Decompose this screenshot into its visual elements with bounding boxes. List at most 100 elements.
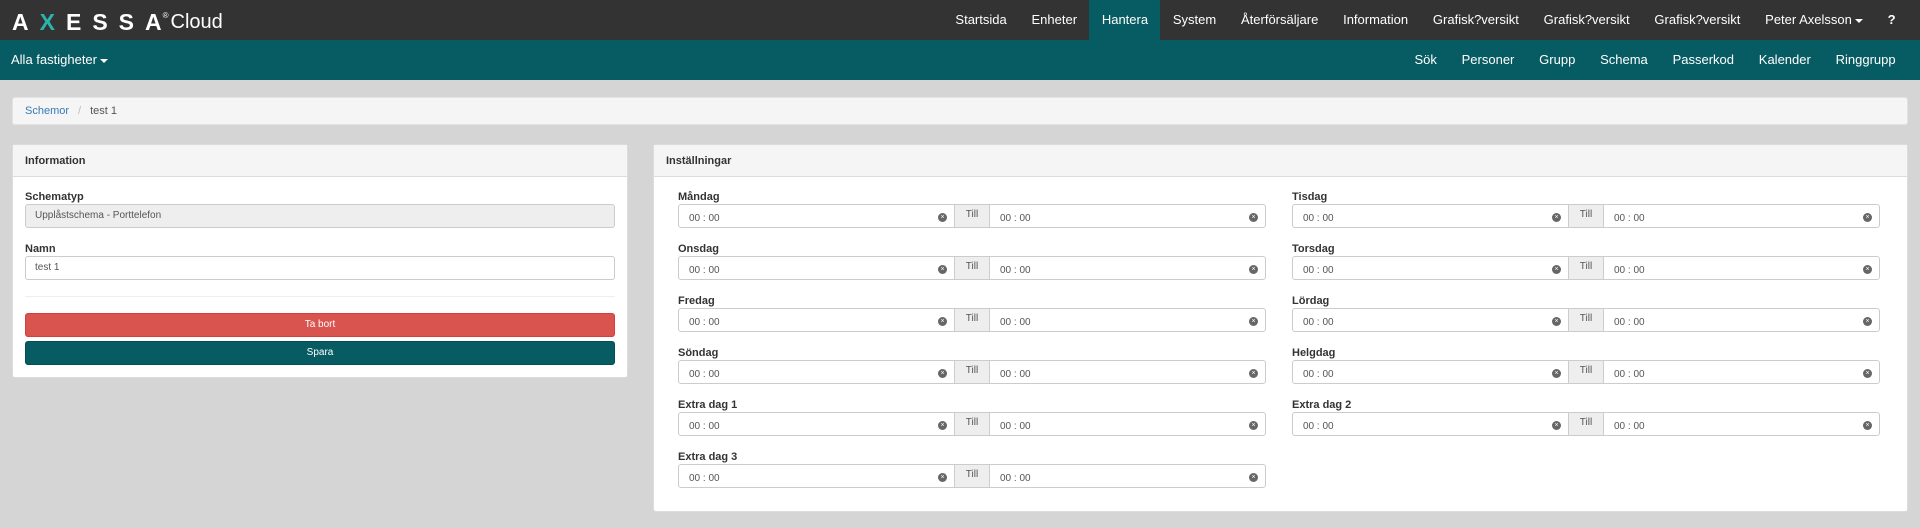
time-from-extra-dag-2-value: 00 : 00 bbox=[1303, 421, 1334, 432]
clear-icon[interactable]: × bbox=[1863, 265, 1872, 274]
nav-hantera[interactable]: Hantera bbox=[1089, 0, 1161, 40]
clear-icon[interactable]: × bbox=[1552, 369, 1561, 378]
time-to-onsdag[interactable]: 00 : 00 × bbox=[989, 256, 1266, 280]
nav-aterforsaljare[interactable]: Återförsäljare bbox=[1229, 0, 1331, 40]
breadcrumb-schemor-link[interactable]: Schemor bbox=[25, 105, 69, 117]
time-to-sondag[interactable]: 00 : 00 × bbox=[989, 360, 1266, 384]
clear-icon[interactable]: × bbox=[1863, 317, 1872, 326]
time-to-extra-dag-1[interactable]: 00 : 00 × bbox=[989, 412, 1266, 436]
time-to-tisdag[interactable]: 00 : 00 × bbox=[1603, 204, 1880, 228]
information-panel-title: Information bbox=[13, 145, 627, 177]
time-from-sondag[interactable]: 00 : 00 × bbox=[678, 360, 955, 384]
subnav-ringgrupp[interactable]: Ringgrupp bbox=[1823, 40, 1908, 80]
time-from-helgdag[interactable]: 00 : 00 × bbox=[1292, 360, 1569, 384]
clear-icon[interactable]: × bbox=[1552, 213, 1561, 222]
time-from-extra-dag-1[interactable]: 00 : 00 × bbox=[678, 412, 955, 436]
clear-icon[interactable]: × bbox=[938, 213, 947, 222]
time-from-torsdag-value: 00 : 00 bbox=[1303, 265, 1334, 276]
time-to-lordag[interactable]: 00 : 00 × bbox=[1603, 308, 1880, 332]
clear-icon[interactable]: × bbox=[1249, 421, 1258, 430]
time-to-mandag-value: 00 : 00 bbox=[1000, 213, 1031, 224]
clear-icon[interactable]: × bbox=[938, 421, 947, 430]
delete-button[interactable]: Ta bort bbox=[25, 313, 615, 337]
clear-icon[interactable]: × bbox=[938, 473, 947, 482]
time-from-lordag[interactable]: 00 : 00 × bbox=[1292, 308, 1569, 332]
subnav-passerkod[interactable]: Passerkod bbox=[1660, 40, 1746, 80]
time-from-mandag[interactable]: 00 : 00 × bbox=[678, 204, 955, 228]
time-to-helgdag-value: 00 : 00 bbox=[1614, 369, 1645, 380]
day-label-torsdag: Torsdag bbox=[1292, 243, 1335, 255]
settings-panel-title: Inställningar bbox=[654, 145, 1907, 177]
till-addon-fredag: Till bbox=[955, 308, 989, 332]
nav-system[interactable]: System bbox=[1160, 0, 1228, 40]
day-label-extra-dag-1: Extra dag 1 bbox=[678, 399, 738, 411]
clear-icon[interactable]: × bbox=[938, 265, 947, 274]
time-from-extra-dag-3-value: 00 : 00 bbox=[689, 473, 720, 484]
day-label-extra-dag-2: Extra dag 2 bbox=[1292, 399, 1352, 411]
time-to-extra-dag-3[interactable]: 00 : 00 × bbox=[989, 464, 1266, 488]
time-from-fredag-value: 00 : 00 bbox=[689, 317, 720, 328]
time-from-tisdag[interactable]: 00 : 00 × bbox=[1292, 204, 1569, 228]
save-button[interactable]: Spara bbox=[25, 341, 615, 365]
clear-icon[interactable]: × bbox=[1552, 265, 1561, 274]
clear-icon[interactable]: × bbox=[1552, 317, 1561, 326]
clear-icon[interactable]: × bbox=[1249, 213, 1258, 222]
time-from-extra-dag-1-value: 00 : 00 bbox=[689, 421, 720, 432]
time-to-onsdag-value: 00 : 00 bbox=[1000, 265, 1031, 276]
nav-startsida[interactable]: Startsida bbox=[943, 0, 1019, 40]
user-menu-dropdown[interactable]: Peter Axelsson bbox=[1753, 0, 1876, 40]
time-from-extra-dag-3[interactable]: 00 : 00 × bbox=[678, 464, 955, 488]
logo-letter: A bbox=[12, 9, 40, 35]
clear-icon[interactable]: × bbox=[1863, 421, 1872, 430]
subnav-grupp[interactable]: Grupp bbox=[1527, 40, 1588, 80]
nav-enheter[interactable]: Enheter bbox=[1019, 0, 1089, 40]
property-select-dropdown[interactable]: Alla fastigheter bbox=[11, 40, 108, 80]
logo-registered-mark: ® bbox=[162, 11, 169, 20]
nav-information[interactable]: Information bbox=[1331, 0, 1421, 40]
time-from-sondag-value: 00 : 00 bbox=[689, 369, 720, 380]
time-to-torsdag-value: 00 : 00 bbox=[1614, 265, 1645, 276]
time-to-extra-dag-3-value: 00 : 00 bbox=[1000, 473, 1031, 484]
time-from-onsdag[interactable]: 00 : 00 × bbox=[678, 256, 955, 280]
till-addon-onsdag: Till bbox=[955, 256, 989, 280]
clear-icon[interactable]: × bbox=[1249, 265, 1258, 274]
time-to-mandag[interactable]: 00 : 00 × bbox=[989, 204, 1266, 228]
clear-icon[interactable]: × bbox=[1249, 317, 1258, 326]
time-from-torsdag[interactable]: 00 : 00 × bbox=[1292, 256, 1569, 280]
time-to-extra-dag-2[interactable]: 00 : 00 × bbox=[1603, 412, 1880, 436]
clear-icon[interactable]: × bbox=[938, 369, 947, 378]
time-to-fredag-value: 00 : 00 bbox=[1000, 317, 1031, 328]
subnav-kalender[interactable]: Kalender bbox=[1746, 40, 1823, 80]
nav-grafisk-oversikt-2[interactable]: Grafisk?versikt bbox=[1531, 0, 1642, 40]
clear-icon[interactable]: × bbox=[1863, 369, 1872, 378]
subnav-personer[interactable]: Personer bbox=[1449, 40, 1527, 80]
time-to-fredag[interactable]: 00 : 00 × bbox=[989, 308, 1266, 332]
breadcrumb-current: test 1 bbox=[90, 105, 117, 117]
day-label-fredag: Fredag bbox=[678, 295, 715, 307]
nav-grafisk-oversikt-3[interactable]: Grafisk?versikt bbox=[1642, 0, 1753, 40]
subnav-schema[interactable]: Schema bbox=[1588, 40, 1660, 80]
breadcrumb: Schemor / test 1 bbox=[12, 97, 1908, 125]
time-from-extra-dag-2[interactable]: 00 : 00 × bbox=[1292, 412, 1569, 436]
clear-icon[interactable]: × bbox=[1863, 213, 1872, 222]
subnav-sok[interactable]: Sök bbox=[1402, 40, 1449, 80]
clear-icon[interactable]: × bbox=[938, 317, 947, 326]
time-to-helgdag[interactable]: 00 : 00 × bbox=[1603, 360, 1880, 384]
clear-icon[interactable]: × bbox=[1552, 421, 1561, 430]
namn-input[interactable]: test 1 bbox=[25, 256, 615, 280]
till-addon-extra-dag-1: Till bbox=[955, 412, 989, 436]
till-addon-extra-dag-3: Till bbox=[955, 464, 989, 488]
till-addon-mandag: Till bbox=[955, 204, 989, 228]
axessa-cloud-logo[interactable]: AXESSA ® Cloud bbox=[12, 8, 223, 34]
logo-letter: S bbox=[92, 9, 119, 35]
nav-grafisk-oversikt-1[interactable]: Grafisk?versikt bbox=[1421, 0, 1532, 40]
help-icon[interactable]: ? bbox=[1875, 0, 1908, 40]
schematyp-field: Upplåstschema - Porttelefon bbox=[25, 204, 615, 228]
clear-icon[interactable]: × bbox=[1249, 369, 1258, 378]
time-to-lordag-value: 00 : 00 bbox=[1614, 317, 1645, 328]
clear-icon[interactable]: × bbox=[1249, 473, 1258, 482]
logo-cloud-text: Cloud bbox=[170, 11, 223, 33]
namn-label: Namn bbox=[25, 243, 56, 255]
time-to-torsdag[interactable]: 00 : 00 × bbox=[1603, 256, 1880, 280]
time-from-fredag[interactable]: 00 : 00 × bbox=[678, 308, 955, 332]
